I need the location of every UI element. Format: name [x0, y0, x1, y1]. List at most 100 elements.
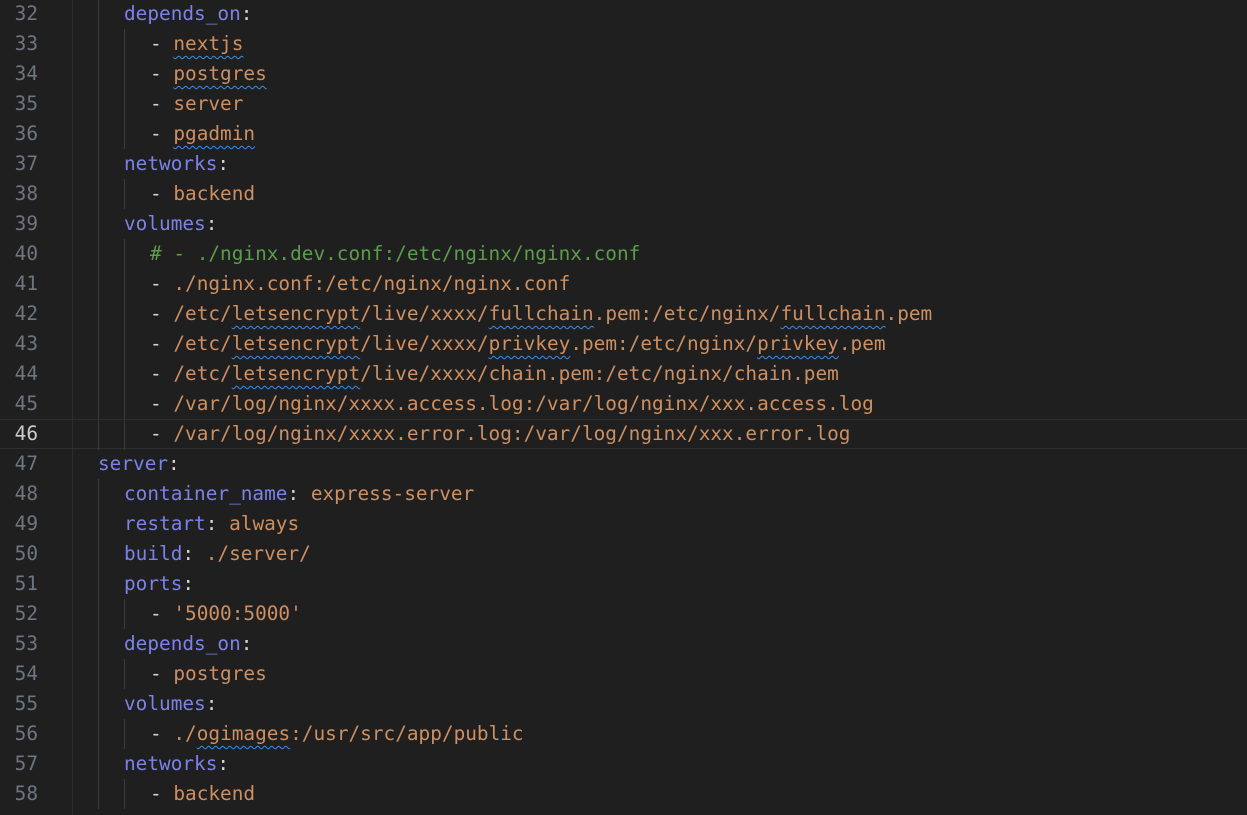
spelling-warning-token: nextjs: [173, 32, 244, 55]
line-number: 42: [14, 302, 38, 325]
line-number: 44: [14, 362, 38, 385]
code-token: always: [229, 512, 300, 535]
indent-guide: [124, 420, 125, 450]
indent-guide: [98, 149, 99, 179]
code-token: /live/xxxx/: [360, 302, 489, 325]
code-token: -: [150, 182, 174, 205]
code-line[interactable]: 46 - /var/log/nginx/xxxx.error.log:/var/l…: [0, 419, 1247, 450]
code-line[interactable]: 57 networks:: [0, 749, 1247, 779]
code-line[interactable]: 42 - /etc/letsencrypt/live/xxxx/fullchain…: [0, 299, 1247, 329]
code-token: volumes: [124, 212, 206, 235]
code-line[interactable]: 43 - /etc/letsencrypt/live/xxxx/privkey.p…: [0, 329, 1247, 359]
line-number: 40: [14, 242, 38, 265]
code-line[interactable]: 36 - pgadmin: [0, 119, 1247, 149]
code-line[interactable]: 37 networks:: [0, 149, 1247, 179]
spelling-warning-token: fullchain: [488, 302, 594, 325]
code-token: /etc/: [173, 362, 232, 385]
code-line[interactable]: 47 server:: [0, 449, 1247, 479]
code-line[interactable]: 38 - backend: [0, 179, 1247, 209]
indent-guide: [98, 689, 99, 719]
indent-guide: [124, 269, 125, 299]
code-text: container_name: express-server: [124, 479, 474, 509]
indent-guide: [98, 509, 99, 539]
code-token: /live/xxxx/: [360, 332, 489, 355]
code-line[interactable]: 34 - postgres: [0, 59, 1247, 89]
code-line[interactable]: 53 depends_on:: [0, 629, 1247, 659]
code-token: -: [150, 662, 174, 685]
code-token: depends_on: [124, 2, 241, 25]
line-number: 50: [14, 542, 38, 565]
indent-guide: [124, 779, 125, 809]
indent-guide: [124, 179, 125, 209]
line-number: 43: [14, 332, 38, 355]
code-text: networks:: [124, 749, 229, 779]
code-line[interactable]: 56 - ./ogimages:/usr/src/app/public: [0, 719, 1247, 749]
code-line[interactable]: 41 - ./nginx.conf:/etc/nginx/nginx.conf: [0, 269, 1247, 299]
code-token: /var/log/nginx/xxxx.error.log:/var/log/n…: [173, 422, 851, 445]
indent-guide: [98, 629, 99, 659]
spelling-warning-token: pgadmin: [173, 122, 256, 145]
indent-guide: [124, 719, 125, 749]
code-line[interactable]: 32 depends_on:: [0, 0, 1247, 29]
code-token: /var/log/nginx/xxxx.access.log:/var/log/…: [173, 392, 874, 415]
code-line[interactable]: 44 - /etc/letsencrypt/live/xxxx/chain.pem…: [0, 359, 1247, 389]
line-number: 51: [14, 572, 38, 595]
line-number: 36: [14, 122, 38, 145]
code-token: depends_on: [124, 632, 241, 655]
code-token: :: [182, 572, 195, 595]
indent-guide: [98, 539, 99, 569]
code-line[interactable]: 51 ports:: [0, 569, 1247, 599]
code-line[interactable]: 50 build: ./server/: [0, 539, 1247, 569]
indent-guide: [98, 89, 99, 119]
code-text: - /etc/letsencrypt/live/xxxx/privkey.pem…: [150, 329, 886, 359]
code-text: networks:: [124, 149, 229, 179]
code-token: /live/xxxx/chain.pem:/etc/nginx/chain.pe…: [360, 362, 839, 385]
code-text: ports:: [124, 569, 194, 599]
code-token: /etc/: [173, 332, 232, 355]
indent-guide: [98, 239, 99, 269]
indent-guide: [124, 239, 125, 269]
code-token: -: [150, 392, 174, 415]
code-line[interactable]: 33 - nextjs: [0, 29, 1247, 59]
code-line[interactable]: 58 - backend: [0, 779, 1247, 809]
code-line[interactable]: 52 - '5000:5000': [0, 599, 1247, 629]
code-line[interactable]: 40 # - ./nginx.dev.conf:/etc/nginx/nginx.…: [0, 239, 1247, 269]
line-number: 32: [14, 2, 38, 25]
line-number: 57: [14, 752, 38, 775]
code-editor[interactable]: 32 depends_on: 33 - nextjs 34 - postgres 35 - s…: [0, 0, 1247, 815]
indent-guide: [98, 779, 99, 809]
code-token: volumes: [124, 692, 206, 715]
line-number: 34: [14, 62, 38, 85]
code-line[interactable]: 55 volumes:: [0, 689, 1247, 719]
indent-guide: [124, 329, 125, 359]
indent-guide: [98, 599, 99, 629]
code-token: -: [150, 272, 174, 295]
line-number: 37: [14, 152, 38, 175]
code-text: - /etc/letsencrypt/live/xxxx/fullchain.p…: [150, 299, 932, 329]
code-token: '5000:5000': [173, 602, 302, 625]
indent-guide: [124, 299, 125, 329]
indent-guide: [124, 59, 125, 89]
line-number: 49: [14, 512, 38, 535]
code-token: .pem:/etc/nginx/: [570, 332, 758, 355]
code-token: .pem:/etc/nginx/: [593, 302, 781, 325]
indent-guide: [98, 209, 99, 239]
code-line[interactable]: 45 - /var/log/nginx/xxxx.access.log:/var/…: [0, 389, 1247, 419]
line-number: 35: [14, 92, 38, 115]
line-number: 56: [14, 722, 38, 745]
code-line[interactable]: 48 container_name: express-server: [0, 479, 1247, 509]
line-number: 33: [14, 32, 38, 55]
code-token: .pem: [885, 302, 933, 325]
code-line[interactable]: 54 - postgres: [0, 659, 1247, 689]
indent-guide: [98, 389, 99, 419]
code-token: :/usr/src/app/public: [290, 722, 524, 745]
code-token: postgres: [173, 662, 267, 685]
code-line[interactable]: 39 volumes:: [0, 209, 1247, 239]
code-text: - backend: [150, 179, 255, 209]
code-line[interactable]: 35 - server: [0, 89, 1247, 119]
spelling-warning-token: ogimages: [196, 722, 291, 745]
code-line[interactable]: 49 restart: always: [0, 509, 1247, 539]
indent-guide: [124, 359, 125, 389]
spelling-warning-token: letsencrypt: [231, 362, 361, 385]
indent-guide: [98, 299, 99, 329]
